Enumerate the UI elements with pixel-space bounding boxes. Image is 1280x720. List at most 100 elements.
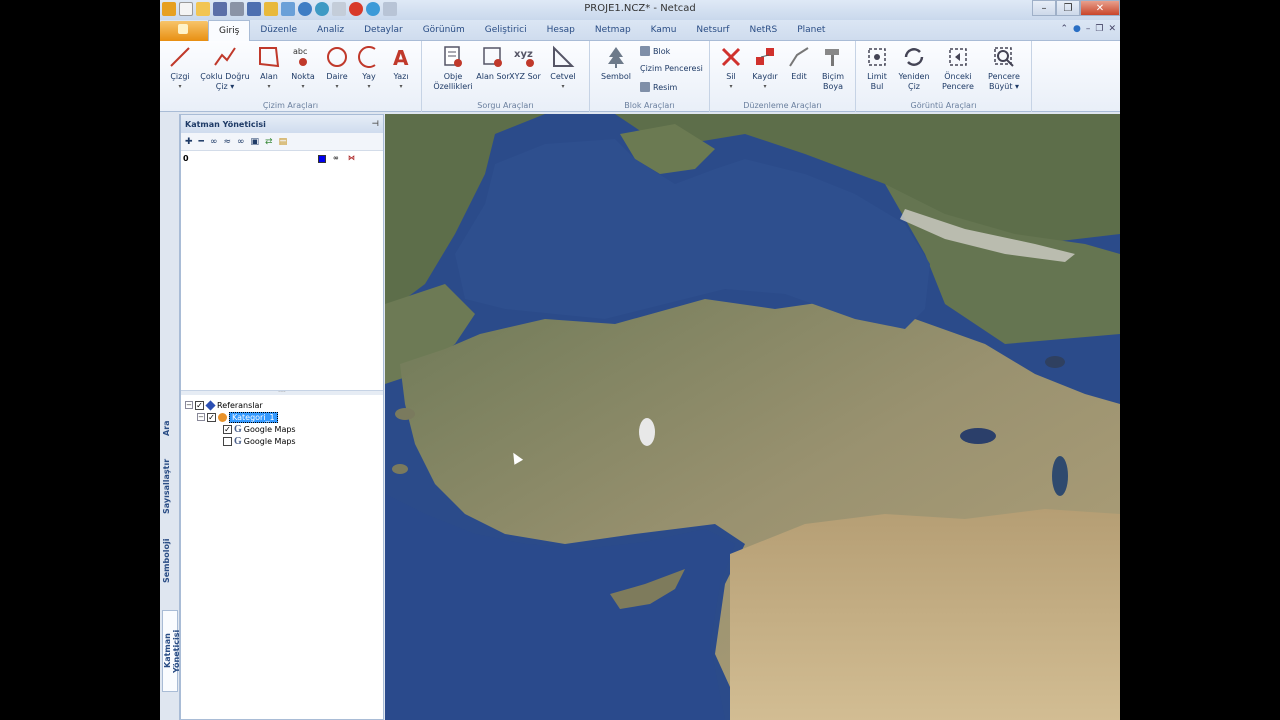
collapse-icon[interactable]: − xyxy=(185,401,193,409)
obje-ozellikleri-button[interactable]: Obje Özellikleri xyxy=(432,45,474,92)
import-layers-icon[interactable]: ⇄ xyxy=(265,137,273,147)
kaydir-label: Kaydır xyxy=(752,72,778,81)
tab-netsurf[interactable]: Netsurf xyxy=(686,20,739,41)
tab-analiz[interactable]: Analiz xyxy=(307,20,354,41)
lake-tuz xyxy=(639,418,655,446)
tab-hesap[interactable]: Hesap xyxy=(537,20,585,41)
lake-urmia xyxy=(1052,456,1068,496)
sil-button[interactable]: Sil ▾ xyxy=(714,45,748,92)
text-icon: A xyxy=(393,46,409,69)
satellite-map xyxy=(385,114,1120,720)
yay-button[interactable]: Yay ▾ xyxy=(352,45,386,92)
chevron-up-icon[interactable]: ⌃ xyxy=(1060,24,1068,34)
blok-label: Blok xyxy=(653,46,671,56)
tree-row-google-maps-2[interactable]: G Google Maps xyxy=(185,435,383,447)
cizim-penceresi-button[interactable]: Çizim Penceresi xyxy=(640,64,703,73)
add-layer-icon[interactable]: ✚ xyxy=(185,137,193,147)
side-tab-ara[interactable]: Ara xyxy=(162,408,178,448)
pin-icon[interactable]: ⊣ xyxy=(372,119,379,128)
minimize-ribbon-icon[interactable]: – xyxy=(1086,24,1091,34)
close-doc-icon[interactable]: ✕ xyxy=(1108,24,1116,34)
reference-tree: − ✓ Referanslar − ✓ Kategori_1 ✓ G Googl… xyxy=(181,395,383,447)
yazi-button[interactable]: A Yazı ▾ xyxy=(384,45,418,92)
application-menu-button[interactable] xyxy=(160,21,208,41)
tab-netrs[interactable]: NetRS xyxy=(739,20,787,41)
delete-icon xyxy=(721,47,741,67)
circle-icon xyxy=(327,47,347,67)
tab-kamu[interactable]: Kamu xyxy=(641,20,687,41)
lock-icon[interactable]: ⋈ xyxy=(348,154,355,162)
tree-row-kategori[interactable]: − ✓ Kategori_1 xyxy=(185,411,383,423)
tab-gorunum[interactable]: Görünüm xyxy=(413,20,475,41)
show-layers-icon[interactable]: ∞ xyxy=(210,137,218,147)
alan-sor-label: Alan Sor xyxy=(476,72,510,81)
image-icon xyxy=(640,82,650,92)
group-blok-araclari: Sembol Blok Çizim Penceresi Resim Blok A… xyxy=(590,41,710,112)
xyz-sor-button[interactable]: xyz XYZ Sor xyxy=(508,45,542,82)
google-icon: G xyxy=(234,435,242,447)
toggle-layers-icon[interactable]: ∞ xyxy=(237,137,245,147)
bicim-boya-button[interactable]: Biçim Boya xyxy=(816,45,850,92)
yeniden-ciz-button[interactable]: Yeniden Çiz xyxy=(894,45,934,92)
netcad-window: PROJE1.NCZ* - Netcad – ❐ ✕ Giriş Düzenle… xyxy=(160,0,1120,720)
cizgi-button[interactable]: Çizgi ▾ xyxy=(163,45,197,92)
hide-layers-icon[interactable]: ≈ xyxy=(223,137,231,147)
island-1 xyxy=(395,408,415,420)
visibility-icon[interactable]: ∞ xyxy=(333,154,339,162)
move-icon xyxy=(756,48,774,65)
checkbox-checked[interactable]: ✓ xyxy=(207,412,216,422)
zoom-extents-icon xyxy=(868,48,886,66)
side-tab-sayisallastir[interactable]: Sayısallaştır xyxy=(162,458,178,514)
group-label-blok: Blok Araçları xyxy=(624,101,675,110)
xyz-sor-label: XYZ Sor xyxy=(509,72,541,81)
limit-bul-button[interactable]: Limit Bul xyxy=(860,45,894,92)
maximize-button[interactable]: ❐ xyxy=(1056,0,1080,16)
cetvel-button[interactable]: Cetvel ▾ xyxy=(546,45,580,92)
edit-button[interactable]: Edit xyxy=(782,45,816,82)
tree-row-google-maps-1[interactable]: ✓ G Google Maps xyxy=(185,423,383,435)
layer-list: 0 ∞ ⋈ xyxy=(181,151,383,391)
layer-properties-icon[interactable]: ▣ xyxy=(251,137,260,147)
restore-icon[interactable]: ❐ xyxy=(1095,24,1103,34)
alan-button[interactable]: Alan ▾ xyxy=(252,45,286,92)
kaydir-button[interactable]: Kaydır ▾ xyxy=(748,45,782,92)
layer-color-swatch[interactable] xyxy=(318,155,326,163)
nokta-button[interactable]: abc Nokta ▾ xyxy=(286,45,320,92)
remove-layer-icon[interactable]: ━ xyxy=(199,137,204,147)
checkbox-checked[interactable]: ✓ xyxy=(223,424,232,434)
tab-duzenle[interactable]: Düzenle xyxy=(250,20,307,41)
resim-button[interactable]: Resim xyxy=(640,82,677,92)
onceki-pencere-label: Önceki Pencere xyxy=(942,72,974,91)
line-icon xyxy=(170,47,190,67)
tab-gelistirici[interactable]: Geliştirici xyxy=(475,20,537,41)
layer-row[interactable]: 0 ∞ ⋈ xyxy=(181,154,381,166)
tab-detaylar[interactable]: Detaylar xyxy=(354,20,413,41)
alan-sor-button[interactable]: Alan Sor xyxy=(476,45,510,82)
tree-symbol-icon xyxy=(608,47,624,68)
tree-label-kategori: Kategori_1 xyxy=(229,411,278,423)
daire-button[interactable]: Daire ▾ xyxy=(320,45,354,92)
ribbon-right-controls: ⌃ ● – ❐ ✕ xyxy=(1060,24,1116,34)
onceki-pencere-button[interactable]: Önceki Pencere xyxy=(938,45,978,92)
pencere-buyut-button[interactable]: Pencere Büyüt ▾ xyxy=(982,45,1026,92)
area-query-icon xyxy=(483,47,502,67)
tab-planet[interactable]: Planet xyxy=(787,20,835,41)
help-icon[interactable]: ● xyxy=(1073,24,1081,34)
checkbox-unchecked[interactable] xyxy=(223,436,232,446)
collapse-icon[interactable]: − xyxy=(197,413,205,421)
map-view[interactable] xyxy=(385,114,1120,720)
sembol-button[interactable]: Sembol xyxy=(596,45,636,82)
tree-row-referanslar[interactable]: − ✓ Referanslar xyxy=(185,399,383,411)
tree-label-referanslar: Referanslar xyxy=(217,400,263,410)
minimize-button[interactable]: – xyxy=(1032,0,1056,16)
checkbox-checked[interactable]: ✓ xyxy=(195,400,204,410)
lock-layers-icon[interactable]: ▤ xyxy=(279,137,288,147)
ribbon-tabs: Giriş Düzenle Analiz Detaylar Görünüm Ge… xyxy=(160,20,1120,41)
tab-netmap[interactable]: Netmap xyxy=(585,20,641,41)
blok-button[interactable]: Blok xyxy=(640,46,670,56)
close-button[interactable]: ✕ xyxy=(1080,0,1120,16)
side-tab-semboloji[interactable]: Semboloji xyxy=(162,536,178,586)
tab-giris[interactable]: Giriş xyxy=(208,20,251,41)
coklu-dogru-button[interactable]: Çoklu Doğru Çiz ▾ xyxy=(200,45,250,92)
side-tab-katman-yoneticisi[interactable]: Katman Yöneticisi xyxy=(162,610,181,692)
